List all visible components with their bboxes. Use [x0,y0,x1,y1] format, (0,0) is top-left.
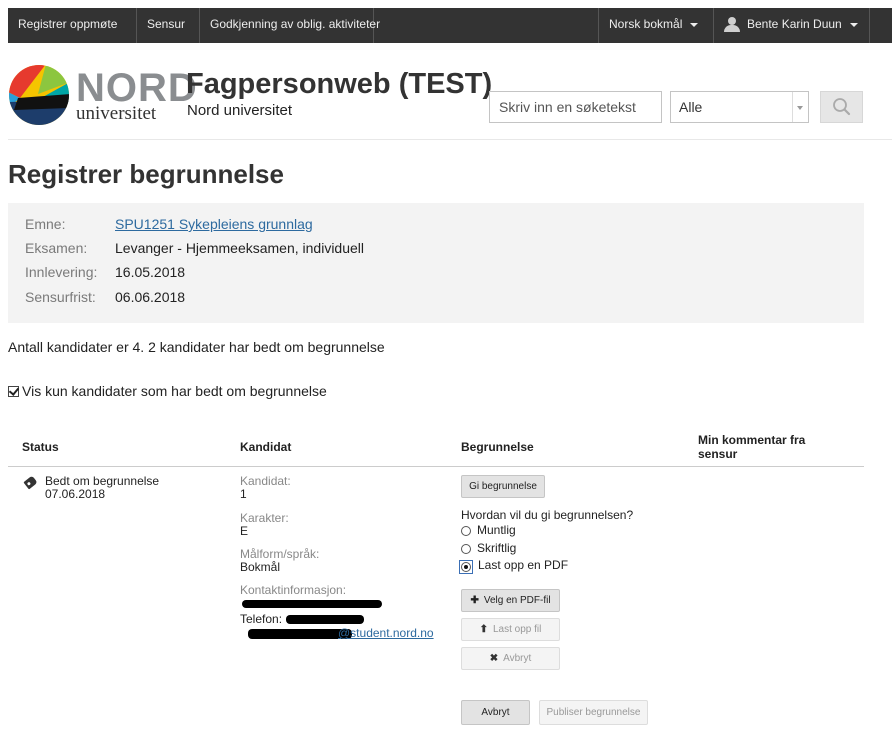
site-title: Fagpersonweb (TEST) [186,68,493,100]
table-header-divider [8,466,864,467]
nav-godkjenning[interactable]: Godkjenning av oblig. aktiviteter [200,8,380,43]
search-input[interactable] [489,91,662,123]
radio-circle[interactable] [461,544,471,554]
cancel-upload-label: Avbryt [503,653,532,664]
close-icon: ✖ [489,653,499,664]
filter-checkbox-row[interactable]: Vis kun kandidater som har bedt om begru… [8,383,327,399]
upload-file-label: Last opp fil [493,624,542,635]
status-value: Bedt om begrunnelse [45,474,160,488]
malform-value: Bokmål [240,560,281,574]
telefon-label: Telefon: [240,612,283,626]
sensurfrist-label: Sensurfrist: [25,289,96,305]
kandidat-label: Kandidat: [240,474,291,488]
radio-pdf-label: Last opp en PDF [478,558,569,572]
reason-question: Hvordan vil du gi begrunnelsen? [461,508,634,522]
header-status: Status [22,440,59,454]
header-begrunnelse: Begrunnelse [461,440,534,454]
exam-info-box: Emne: SPU1251 Sykepleiens grunnlag Eksam… [8,203,864,323]
status-date: 07.06.2018 [45,487,106,501]
site-subtitle: Nord universitet [187,102,293,119]
redaction-mark [242,600,382,608]
publish-button[interactable]: Publiser begrunnelse [539,700,648,725]
radio-skriftlig[interactable]: Skriftlig [461,542,516,555]
arrow-up-icon: ⬆ [479,624,488,635]
upload-file-button[interactable]: ⬆ Last opp fil [461,618,560,641]
radio-circle[interactable] [461,526,471,536]
eksamen-value: Levanger - Hjemmeeksamen, individuell [115,240,365,256]
radio-muntlig[interactable]: Muntlig [461,524,516,537]
logo-wordmark: NORD [76,66,198,110]
radio-muntlig-label: Muntlig [477,523,516,537]
sensurfrist-value: 06.06.2018 [115,289,186,305]
header-kommentar-line1: Min kommentar fra [698,433,806,447]
user-menu[interactable]: Bente Karin Duun [714,8,870,43]
search-icon [833,98,851,116]
top-navigation-bar: Registrer oppmøte Sensur Godkjenning av … [8,8,892,43]
logo-subtext: universitet [76,103,157,124]
give-reason-button[interactable]: Gi begrunnelse [461,475,545,498]
nord-logo-icon [9,65,69,125]
choose-pdf-label: Velg en PDF-fil [483,595,551,606]
language-menu[interactable]: Norsk bokmål [598,8,714,43]
redaction-mark [286,615,364,624]
email-link[interactable]: @student.nord.no [338,626,434,640]
tag-icon [23,475,38,490]
chevron-down-icon [849,22,858,27]
redaction-mark [248,629,352,639]
filter-label: Vis kun kandidater som har bedt om begru… [22,383,327,399]
candidate-count-text: Antall kandidater er 4. 2 kandidater har… [8,339,385,355]
radio-skriftlig-label: Skriftlig [477,541,517,555]
user-icon [724,17,740,33]
header-kommentar-line2: sensur [698,447,738,461]
cancel-upload-button[interactable]: ✖ Avbryt [461,647,560,670]
chevron-down-icon [792,92,808,122]
header-divider [8,139,892,140]
header-kommentar: Min kommentar fra sensur [698,433,805,461]
nav-sensur[interactable]: Sensur [137,8,200,43]
innlevering-value: 16.05.2018 [115,264,186,280]
emne-link[interactable]: SPU1251 Sykepleiens grunnlag [115,214,313,234]
search-button[interactable] [820,91,863,123]
status-cell: Bedt om begrunnelse 07.06.2018 [45,475,159,501]
page-title: Registrer begrunnelse [8,159,284,189]
eksamen-label: Eksamen: [25,240,88,256]
kandidat-value: 1 [240,487,247,501]
innlevering-label: Innlevering: [25,264,98,280]
radio-circle-selected[interactable] [461,562,471,572]
search-scope-value: Alle [679,99,703,115]
language-label: Norsk bokmål [609,17,683,31]
plus-icon: ✚ [470,595,479,606]
cancel-button[interactable]: Avbryt [461,700,530,725]
nav-registrer-oppmote[interactable]: Registrer oppmøte [8,8,137,43]
emne-label: Emne: [25,216,66,232]
karakter-value: E [240,524,249,538]
header-kandidat: Kandidat [240,440,292,454]
radio-pdf[interactable]: Last opp en PDF [459,559,568,574]
user-name: Bente Karin Duun [747,17,842,31]
choose-pdf-button[interactable]: ✚ Velg en PDF-fil [461,589,560,612]
filter-checkbox[interactable] [8,386,19,397]
chevron-down-icon [690,22,699,27]
search-scope-select[interactable]: Alle [670,91,809,123]
kontakt-label: Kontaktinformasjon: [240,583,347,597]
